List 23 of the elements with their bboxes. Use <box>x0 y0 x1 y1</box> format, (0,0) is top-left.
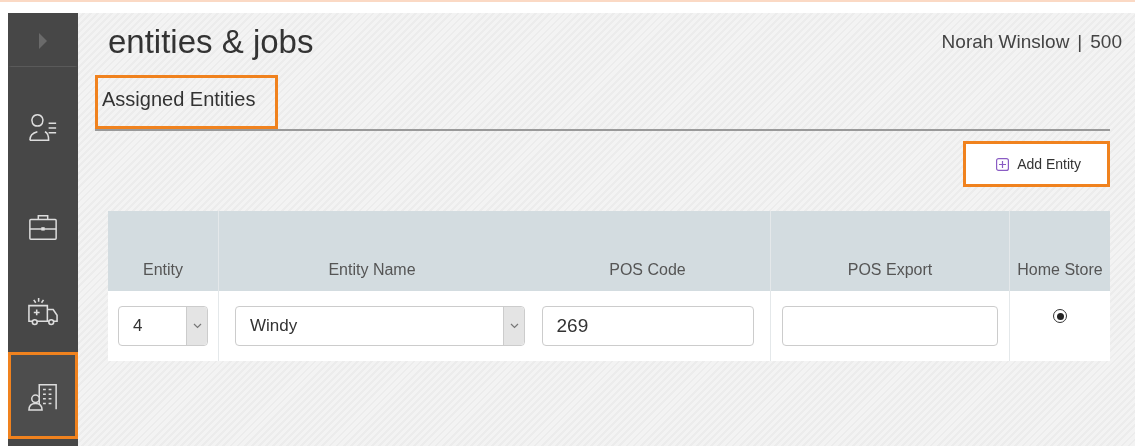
entity-select[interactable]: 4 <box>118 306 208 346</box>
pos-export-field[interactable] <box>782 306 998 346</box>
chevron-down-icon <box>192 323 202 329</box>
plus-box-icon <box>996 157 1010 171</box>
sidebar-item[interactable] <box>8 352 78 439</box>
chevron-down-icon <box>509 323 519 329</box>
home-store-radio[interactable] <box>1053 309 1067 323</box>
separator: | <box>1077 31 1083 53</box>
column-header: POS Code <box>525 211 770 291</box>
expand-arrow-icon <box>38 32 48 50</box>
briefcase-icon <box>28 212 58 242</box>
user-name: Norah Winslow <box>941 31 1070 53</box>
column-header: POS Export <box>770 211 1009 291</box>
person-list-icon <box>28 112 58 142</box>
tab[interactable]: Assigned Entities <box>95 75 279 129</box>
column-header: Home Store <box>1009 211 1110 291</box>
page-title: entities & jobs <box>108 23 314 61</box>
column-header: Entity Name <box>218 211 525 291</box>
store-number: 500 <box>1090 31 1122 53</box>
add-entity-button[interactable]: Add Entity <box>963 141 1110 187</box>
entity-name-select[interactable]: Windy <box>235 306 525 346</box>
pos-code-field[interactable]: 269 <box>541 306 754 346</box>
column-header: Entity <box>108 211 218 291</box>
